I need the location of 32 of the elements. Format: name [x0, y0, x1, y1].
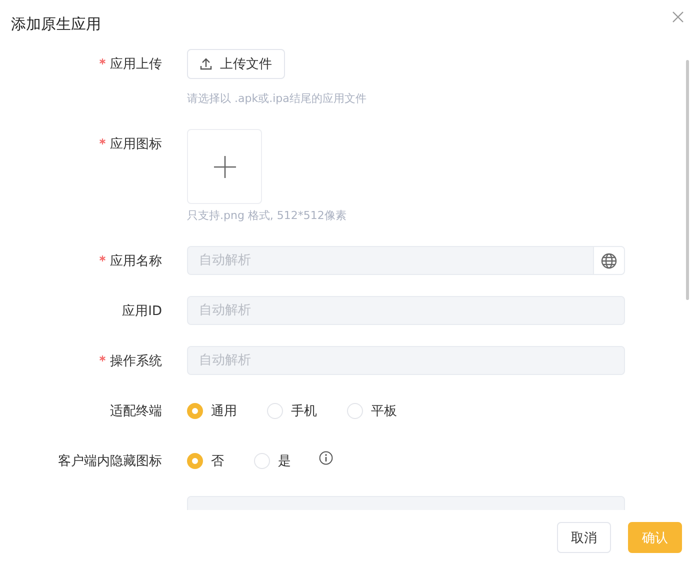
input-field[interactable]: 自动解析 — [187, 246, 593, 275]
upload-button[interactable]: 上传文件 — [187, 49, 285, 79]
hint-text: 请选择以 .apk或.ipa结尾的应用文件 — [187, 91, 366, 107]
option-label: 手机 — [291, 402, 317, 420]
dialog-title: 添加原生应用 — [11, 14, 101, 34]
cancel-button[interactable]: 取消 — [557, 522, 611, 553]
field-label: 应用上传 — [110, 56, 162, 72]
scrollbar[interactable] — [686, 60, 689, 300]
radio-button[interactable] — [347, 402, 363, 418]
field-label: 应用名称 — [110, 252, 162, 270]
radio-button[interactable] — [187, 402, 203, 418]
option-label: 是 — [278, 452, 291, 470]
radio-button[interactable] — [267, 402, 283, 418]
input-field[interactable]: 自动解析 — [187, 346, 625, 375]
field-label: 应用图标 — [110, 136, 162, 152]
field-label: 操作系统 — [110, 352, 162, 370]
field-label: 适配终端 — [110, 402, 162, 420]
plus-icon — [214, 156, 236, 178]
upload-icon — [200, 58, 212, 70]
option-label: 否 — [211, 452, 224, 470]
field-label: 客户端内隐藏图标 — [58, 452, 162, 470]
image-upload-area[interactable] — [187, 129, 262, 204]
hint-text: 只支持.png 格式, 512*512像素 — [187, 208, 346, 224]
globe-button[interactable] — [593, 246, 625, 275]
radio-button[interactable] — [254, 452, 270, 468]
option-label: 通用 — [211, 402, 237, 420]
radio-button[interactable] — [187, 452, 203, 468]
input-field[interactable]: 自动解析 — [187, 296, 625, 325]
close-icon[interactable] — [672, 11, 684, 23]
globe-icon — [601, 252, 617, 268]
option-label: 平板 — [371, 402, 397, 420]
field-label: 应用ID — [122, 302, 162, 320]
